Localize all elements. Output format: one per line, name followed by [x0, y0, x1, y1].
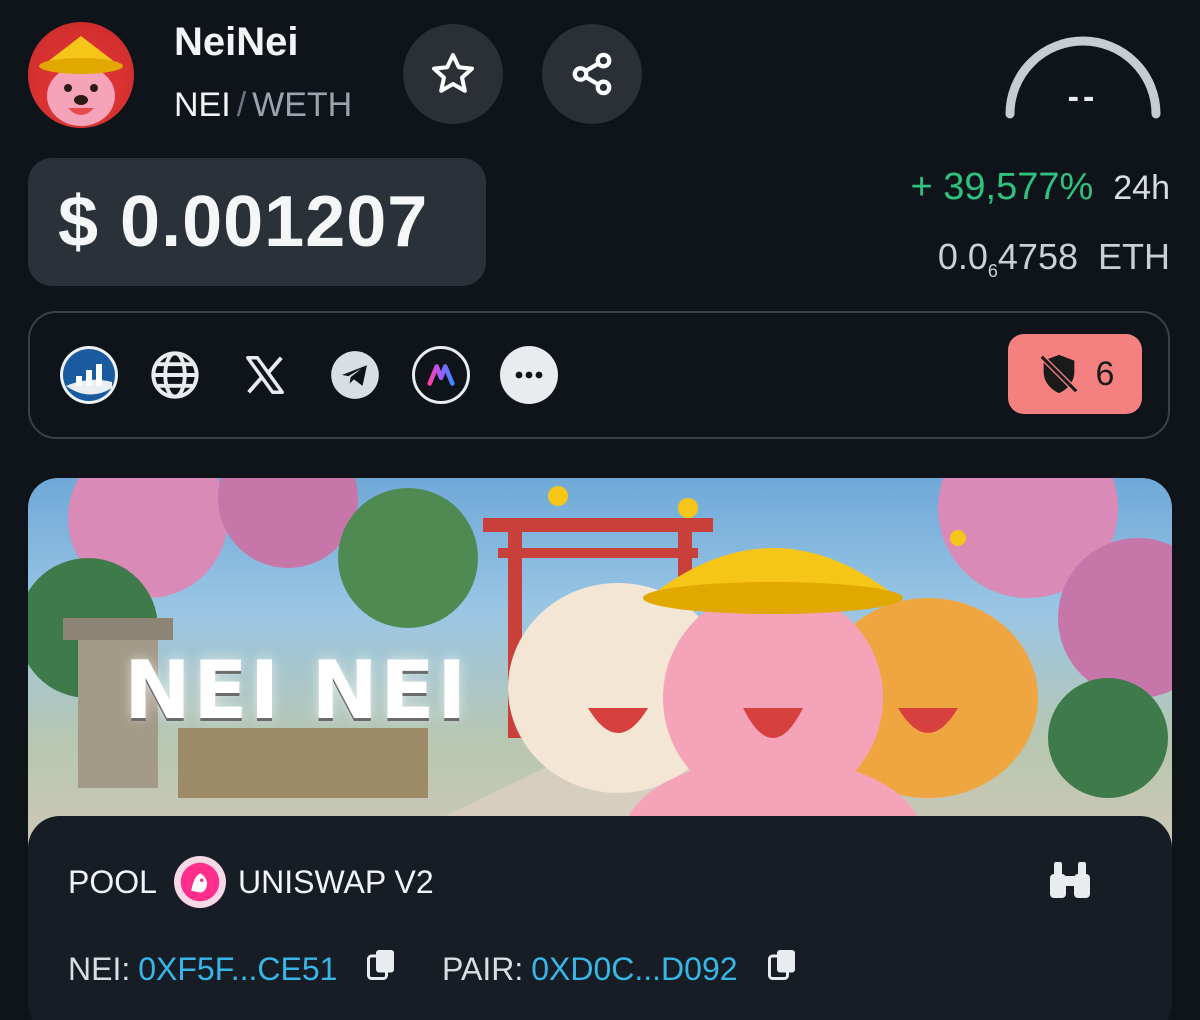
pair-address-row: PAIR: 0XD0C...D092 — [442, 948, 798, 990]
copy-icon — [367, 950, 395, 980]
multichain-icon — [427, 364, 455, 386]
x-icon — [246, 356, 284, 394]
more-icon — [515, 371, 543, 379]
uniswap-logo — [174, 856, 226, 908]
score-gauge-value: -- — [1067, 78, 1099, 116]
quote-symbol: WETH — [252, 86, 353, 124]
telegram-icon — [331, 351, 379, 399]
usd-price-box: $ 0.001207 — [28, 158, 486, 286]
binoculars-icon — [1050, 862, 1090, 898]
shield-off-icon — [1039, 354, 1078, 394]
price-change-period: 24h — [1113, 169, 1170, 207]
pair-address-label: PAIR: — [442, 950, 524, 987]
copy-pair-address-button[interactable] — [767, 948, 798, 990]
favorite-button[interactable] — [403, 24, 503, 124]
multichain-link[interactable] — [412, 346, 470, 404]
token-avatar — [28, 22, 134, 128]
x-link[interactable] — [236, 346, 294, 404]
token-banner-image: NEI NEI — [28, 478, 1172, 858]
explore-pool-button[interactable] — [1046, 858, 1094, 907]
share-button[interactable] — [542, 24, 642, 124]
pair-address[interactable]: 0XD0C...D092 — [531, 951, 737, 988]
eth-price-suffix: 4758 — [997, 236, 1078, 277]
globe-icon — [151, 351, 199, 399]
token-address-row: NEI: 0XF5F...CE51 — [68, 948, 397, 990]
website-link[interactable] — [146, 346, 204, 404]
unicorn-icon — [180, 862, 220, 902]
coin-tracker-link[interactable] — [60, 346, 118, 404]
token-address[interactable]: 0XF5F...CE51 — [138, 951, 337, 988]
copy-token-address-button[interactable] — [367, 948, 397, 990]
eth-price-unit: ETH — [1098, 236, 1170, 277]
token-address-label: NEI: — [68, 950, 131, 987]
audit-warning-count: 6 — [1095, 354, 1115, 393]
eth-price: 0.0 6 4758 ETH — [937, 236, 1170, 281]
token-name: NeiNei — [174, 20, 299, 64]
more-links-button[interactable] — [500, 346, 558, 404]
usd-price: $ 0.001207 — [58, 182, 429, 262]
banner-title: NEI NEI — [124, 644, 469, 737]
copy-icon — [767, 950, 795, 980]
pair-separator: / — [236, 86, 247, 124]
audit-warnings-button[interactable]: 6 — [1008, 334, 1142, 414]
share-icon — [572, 52, 612, 96]
dex-name: UNISWAP V2 — [238, 864, 434, 900]
coin-tracker-icon — [63, 349, 115, 401]
eth-price-prefix: 0.0 — [937, 236, 988, 277]
telegram-link[interactable] — [326, 346, 384, 404]
base-symbol: NEI — [174, 86, 231, 124]
price-change: + 39,577% 24h — [911, 166, 1171, 209]
pair-symbols: NEI / WETH — [174, 86, 352, 125]
eth-price-zero-count: 6 — [987, 261, 998, 281]
pool-label: POOL — [68, 864, 157, 900]
star-icon — [432, 53, 474, 93]
price-change-percent: + 39,577% — [910, 166, 1094, 208]
